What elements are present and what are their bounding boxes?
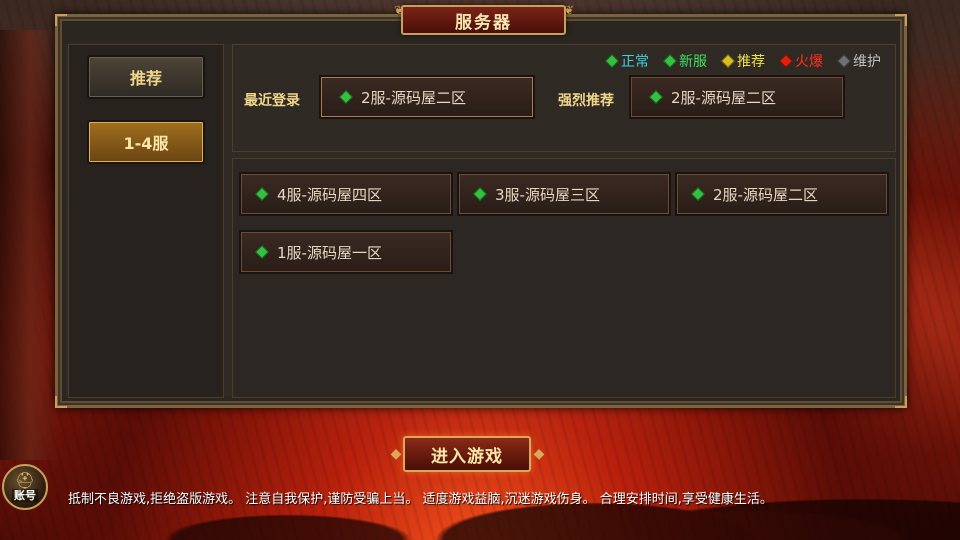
dragon-ornament-icon: ❦ bbox=[563, 3, 575, 17]
server-name: 2服-源码屋二区 bbox=[361, 88, 466, 107]
warrior-figure bbox=[0, 30, 60, 460]
red-gem-icon bbox=[778, 53, 794, 69]
legend-label: 火爆 bbox=[795, 54, 823, 70]
server-item[interactable]: 4服-源码屋四区 bbox=[239, 172, 453, 216]
legend-item-new: 新服 bbox=[662, 51, 707, 71]
server-list: 4服-源码屋四区 3服-源码屋三区 2服-源码屋二区 1服-源码屋一区 bbox=[232, 158, 896, 398]
server-name: 1服-源码屋一区 bbox=[277, 243, 382, 262]
green-gem-icon bbox=[254, 186, 270, 202]
sidebar-item-label: 1-4服 bbox=[123, 134, 169, 153]
legend-item-maintenance: 维护 bbox=[836, 51, 881, 71]
server-name: 3服-源码屋三区 bbox=[495, 185, 600, 204]
recent-login-label: 最近登录 bbox=[244, 93, 300, 109]
account-label: 账号 bbox=[12, 488, 38, 502]
panel-title-bar: 服务器 bbox=[401, 5, 566, 35]
sidebar-item-label: 推荐 bbox=[129, 69, 162, 88]
helmet-icon: ⛑ bbox=[14, 470, 36, 490]
enter-game-label: 进入游戏 bbox=[431, 446, 503, 467]
account-button[interactable]: ⛑ 账号 bbox=[2, 464, 48, 510]
corner-ornament bbox=[895, 396, 907, 408]
enter-game-button[interactable]: 进入游戏 bbox=[403, 436, 531, 472]
legend-label: 推荐 bbox=[737, 54, 765, 70]
legend-label: 维护 bbox=[853, 54, 881, 70]
status-legend: 正常 新服 推荐 火爆 维护 bbox=[604, 51, 881, 71]
button-ornament-icon: ◆ bbox=[390, 446, 402, 462]
health-notice: 抵制不良游戏,拒绝盗版游戏。 注意自我保护,谨防受骗上当。 适度游戏益脑,沉迷游… bbox=[68, 492, 773, 507]
sidebar-item-1-4[interactable]: 1-4服 bbox=[87, 120, 205, 164]
server-item[interactable]: 3服-源码屋三区 bbox=[457, 172, 671, 216]
legend-item-normal: 正常 bbox=[604, 51, 649, 71]
server-group-sidebar: 推荐 1-4服 bbox=[68, 44, 224, 398]
server-name: 2服-源码屋二区 bbox=[713, 185, 818, 204]
green-gem-icon bbox=[690, 186, 706, 202]
corner-ornament bbox=[895, 14, 907, 26]
legend-label: 新服 bbox=[679, 54, 707, 70]
green-gem-icon bbox=[338, 89, 354, 105]
server-item[interactable]: 2服-源码屋二区 bbox=[675, 172, 889, 216]
green-gem-icon bbox=[254, 244, 270, 260]
corner-ornament bbox=[55, 396, 67, 408]
legend-item-recommend: 推荐 bbox=[720, 51, 765, 71]
legend-item-hot: 火爆 bbox=[778, 51, 823, 71]
server-item[interactable]: 1服-源码屋一区 bbox=[239, 230, 453, 274]
legend-label: 正常 bbox=[621, 54, 649, 70]
server-name: 2服-源码屋二区 bbox=[671, 88, 776, 107]
server-info-area: 正常 新服 推荐 火爆 维护 最近登录 2服-源码屋二区 强烈推荐 2服-源码屋… bbox=[232, 44, 896, 152]
green-gem-icon bbox=[472, 186, 488, 202]
panel-title: 服务器 bbox=[455, 12, 512, 33]
corner-ornament bbox=[55, 14, 67, 26]
recommended-server-button[interactable]: 2服-源码屋二区 bbox=[629, 75, 845, 119]
server-name: 4服-源码屋四区 bbox=[277, 185, 382, 204]
dragon-ornament-icon: ❦ bbox=[393, 3, 405, 17]
recent-server-button[interactable]: 2服-源码屋二区 bbox=[319, 75, 535, 119]
green-gem-icon bbox=[648, 89, 664, 105]
yellow-gem-icon bbox=[720, 53, 736, 69]
button-ornament-icon: ◆ bbox=[533, 446, 545, 462]
recommended-label: 强烈推荐 bbox=[558, 93, 614, 109]
green-gem-icon bbox=[604, 53, 620, 69]
sidebar-item-recommended[interactable]: 推荐 bbox=[87, 55, 205, 99]
green-gem-icon bbox=[662, 53, 678, 69]
gray-gem-icon bbox=[836, 53, 852, 69]
